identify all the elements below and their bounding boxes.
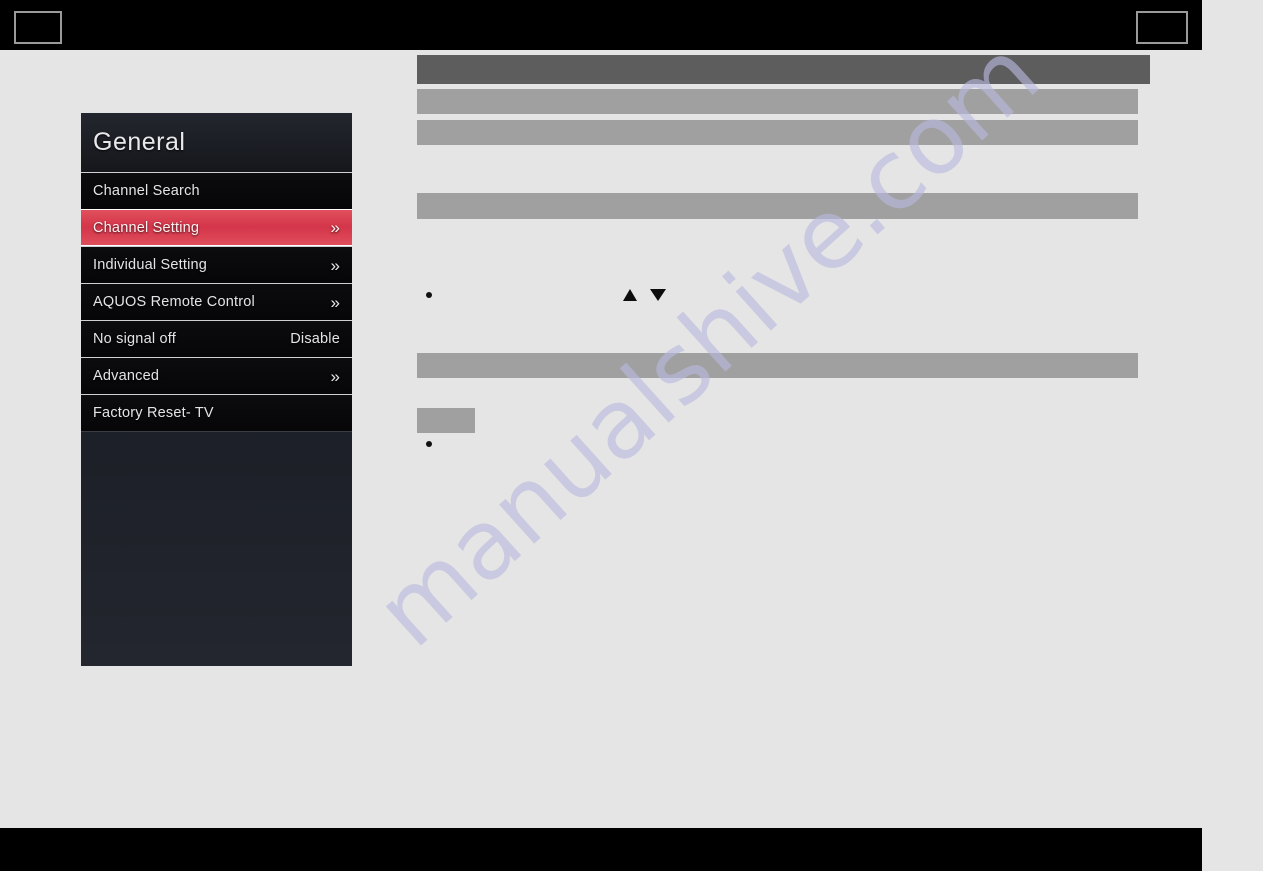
chevron-right-icon: »	[330, 255, 341, 275]
bottom-footer-band	[0, 828, 1202, 871]
arrow-down-icon	[650, 289, 666, 301]
subsection-bar-2	[417, 353, 1138, 378]
page-canvas: General Channel Search Channel Setting »…	[0, 0, 1263, 871]
osd-menu-list: Channel Search Channel Setting » Individ…	[81, 172, 352, 432]
osd-item-label: Channel Search	[93, 183, 200, 199]
osd-item-label: Factory Reset- TV	[93, 405, 214, 421]
osd-item-aquos-remote-control[interactable]: AQUOS Remote Control »	[81, 283, 352, 320]
osd-item-individual-setting[interactable]: Individual Setting »	[81, 246, 352, 283]
note-chip-bar	[417, 408, 475, 433]
body-line-1-bar	[417, 89, 1138, 114]
watermark-text: manualshive.com	[354, 17, 1061, 669]
osd-title: General	[93, 128, 186, 156]
arrow-up-icon	[623, 289, 637, 301]
osd-menu-panel: General Channel Search Channel Setting »…	[81, 113, 352, 666]
bullet-point-2	[426, 441, 432, 447]
section-title-bar	[417, 55, 1150, 84]
osd-item-label: Channel Setting	[93, 219, 200, 236]
osd-item-value: Disable	[290, 331, 340, 347]
body-line-2-bar	[417, 120, 1138, 145]
osd-item-no-signal-off[interactable]: No signal off Disable	[81, 320, 352, 357]
osd-item-label: Advanced	[93, 368, 160, 384]
header-right-box	[1136, 11, 1188, 44]
chevron-right-icon: »	[330, 292, 341, 312]
chevron-right-icon: »	[330, 366, 341, 386]
header-left-box	[14, 11, 62, 44]
chevron-right-icon: »	[330, 218, 341, 237]
osd-item-label: AQUOS Remote Control	[93, 294, 255, 310]
osd-item-factory-reset-tv[interactable]: Factory Reset- TV	[81, 394, 352, 431]
osd-header: General	[81, 113, 352, 172]
osd-item-channel-setting[interactable]: Channel Setting »	[81, 209, 352, 246]
osd-item-channel-search[interactable]: Channel Search	[81, 172, 352, 209]
osd-item-label: No signal off	[93, 331, 176, 347]
bullet-point-1	[426, 292, 432, 298]
osd-item-advanced[interactable]: Advanced »	[81, 357, 352, 394]
osd-empty-area	[81, 431, 352, 432]
osd-item-label: Individual Setting	[93, 257, 208, 273]
subsection-bar	[417, 193, 1138, 219]
top-header-band	[0, 0, 1202, 50]
